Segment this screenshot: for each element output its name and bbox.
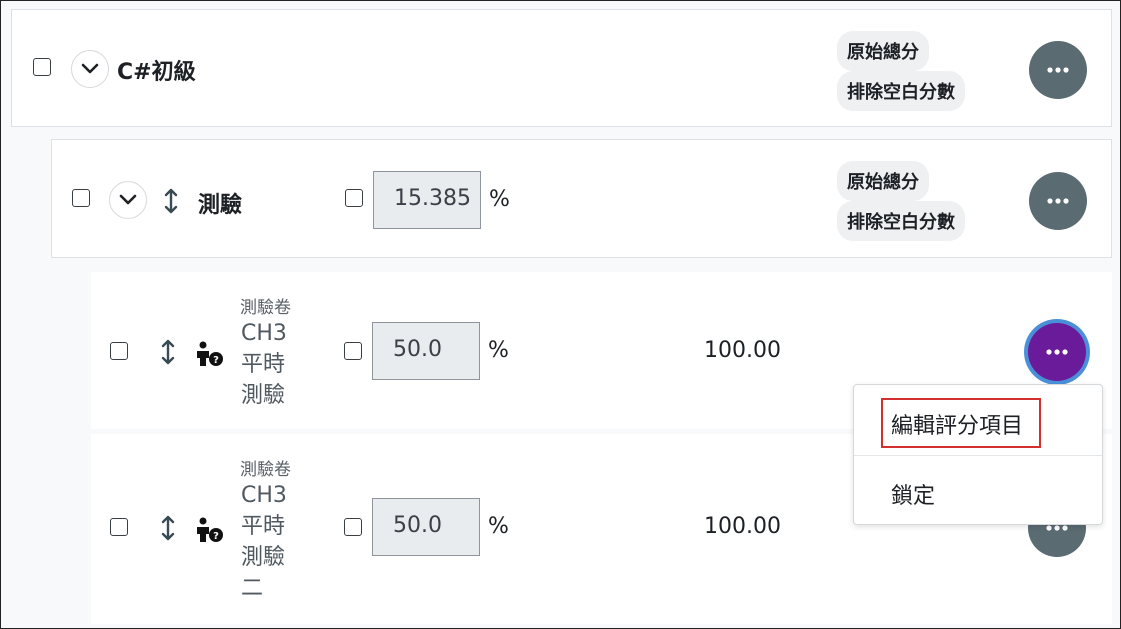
item-name-line: 二 [241, 576, 264, 601]
item-checkbox[interactable] [110, 518, 128, 536]
item-name-link[interactable]: CH3 平時 測驗 二 [241, 480, 311, 604]
item-name-line: 測驗 [241, 383, 286, 408]
chevron-down-icon [81, 63, 99, 74]
badge-exclude-empty: 排除空白分數 [837, 201, 965, 241]
category-actions-button[interactable] [1029, 41, 1087, 99]
menu-item-lock[interactable]: 鎖定 [854, 456, 1102, 526]
more-dots-icon [1047, 198, 1069, 204]
item-type-label: 測驗卷 [240, 460, 291, 480]
svg-text:?: ? [213, 531, 219, 542]
item-actions-menu: 編輯評分項目 鎖定 [853, 384, 1103, 525]
subcategory-checkbox[interactable] [72, 189, 90, 207]
subcategory-actions-button[interactable] [1029, 172, 1087, 230]
sort-arrows-icon[interactable] [161, 339, 175, 365]
subcategory-title: 測驗 [198, 193, 243, 218]
item-weight-override-checkbox[interactable] [344, 342, 362, 360]
item-checkbox[interactable] [110, 342, 128, 360]
subcategory-weight-override-checkbox[interactable] [345, 189, 363, 207]
category-collapse-toggle[interactable] [71, 50, 109, 88]
subcategory-row: 測驗 15.385 % 原始總分 排除空白分數 [51, 139, 1112, 258]
subcategory-percent-sign: % [489, 187, 510, 212]
item-name-line: CH3 [241, 321, 287, 346]
item-name-line: 平時 [241, 352, 286, 377]
menu-item-label: 編輯評分項目 [891, 414, 1024, 439]
badge-natural-total: 原始總分 [837, 31, 929, 71]
item-name-link[interactable]: CH3 平時 測驗 [241, 318, 311, 411]
item-name-line: 平時 [241, 514, 286, 539]
badge-exclude-empty: 排除空白分數 [837, 71, 965, 111]
user-question-icon: ? [197, 517, 223, 542]
menu-item-label: 鎖定 [891, 484, 936, 509]
item-actions-button[interactable] [1028, 323, 1086, 381]
item-max-grade: 100.00 [704, 514, 781, 539]
item-percent-sign: % [488, 514, 509, 539]
item-name-line: CH3 [241, 483, 287, 508]
item-weight-override-checkbox[interactable] [344, 518, 362, 536]
subcategory-collapse-toggle[interactable] [109, 181, 147, 219]
item-percent-sign: % [488, 338, 509, 363]
category-title: C#初級 [117, 60, 196, 85]
sort-arrows-icon[interactable] [161, 515, 175, 541]
svg-text:?: ? [213, 355, 219, 366]
item-max-grade: 100.00 [704, 338, 781, 363]
item-weight-input[interactable]: 50.0 [372, 322, 480, 380]
more-dots-icon [1047, 67, 1069, 73]
menu-item-edit-grade-item[interactable]: 編輯評分項目 [854, 385, 1102, 455]
item-name-line: 測驗 [241, 545, 286, 570]
subcategory-weight-input[interactable]: 15.385 [373, 171, 481, 229]
more-dots-icon [1046, 349, 1068, 355]
item-type-label: 測驗卷 [240, 298, 291, 318]
item-weight-input[interactable]: 50.0 [372, 498, 480, 556]
sort-arrows-icon[interactable] [164, 188, 178, 214]
user-question-icon: ? [197, 341, 223, 366]
badge-natural-total: 原始總分 [837, 161, 929, 201]
category-checkbox[interactable] [33, 58, 51, 76]
category-row: C#初級 原始總分 排除空白分數 [11, 9, 1112, 127]
chevron-down-icon [119, 194, 137, 205]
